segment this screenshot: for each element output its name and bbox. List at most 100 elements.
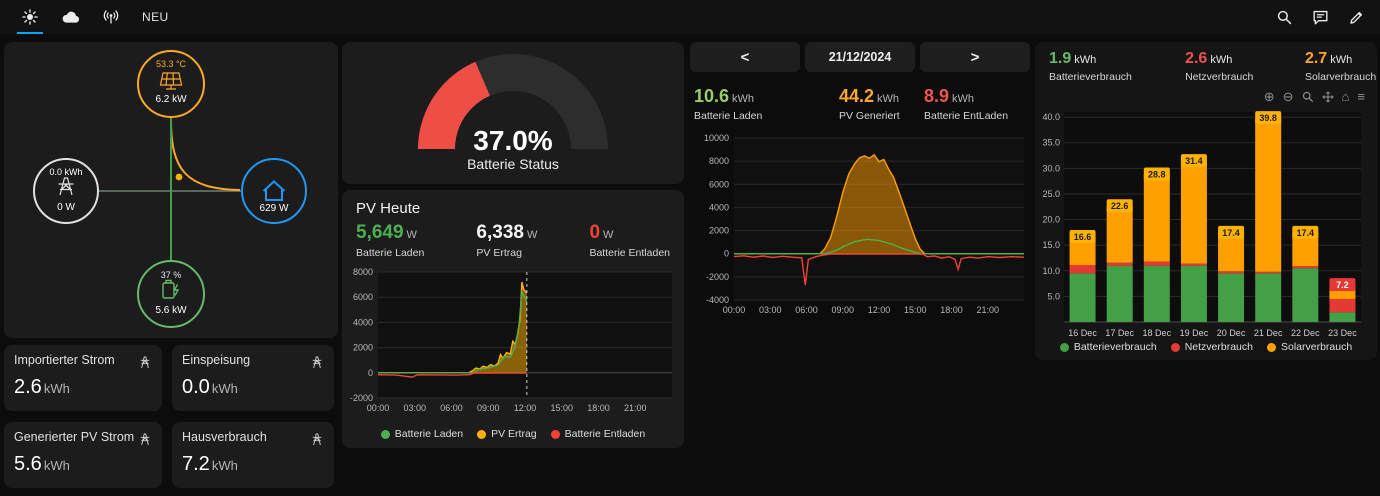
legend-item-batterie-laden[interactable]: Batterie Laden: [380, 428, 463, 440]
legend-item-batterieverbrauch[interactable]: Batterieverbrauch: [1059, 341, 1157, 353]
battery-gauge: 37.0%: [418, 54, 608, 156]
stat-card-generierter-pv-strom[interactable]: Generierter PV Strom 5.6 kWh: [4, 422, 162, 488]
cloud-icon: [62, 11, 80, 23]
svg-text:21 Dec: 21 Dec: [1254, 328, 1283, 338]
tab-neu-label: NEU: [142, 10, 169, 24]
stat-value: 5.6: [14, 453, 42, 475]
pylon-icon: [312, 433, 322, 446]
day-stat-batterie-laden: 10.6 kWh Batterie Laden: [694, 86, 839, 122]
pv-stats-row: 5,649 W Batterie Laden 6,338 W PV Ertrag 0…: [356, 222, 670, 259]
day-stat-batterie-entladen: 8.9 kWh Batterie EntLaden: [924, 86, 1030, 122]
stat-title: Einspeisung: [182, 353, 251, 367]
tab-neu[interactable]: NEU: [131, 0, 180, 34]
solar-home-line: [170, 119, 241, 191]
legend-item-pv-ertrag[interactable]: PV Ertrag: [477, 428, 537, 440]
edit-button[interactable]: [1347, 8, 1366, 27]
svg-text:40.0: 40.0: [1042, 112, 1060, 122]
prev-day-button[interactable]: <: [690, 42, 800, 72]
svg-text:16 Dec: 16 Dec: [1068, 328, 1097, 338]
day-stats-row: 10.6 kWh Batterie Laden 44.2 kWh PV Generi…: [694, 86, 1030, 122]
legend-dot: [1266, 342, 1276, 352]
grid-power: 0 W: [57, 202, 75, 213]
svg-text:6000: 6000: [709, 179, 729, 189]
stat-value: 0.0: [182, 376, 210, 398]
svg-text:31.4: 31.4: [1185, 156, 1203, 166]
svg-text:17.4: 17.4: [1297, 228, 1315, 238]
legend-item-netzverbrauch[interactable]: Netzverbrauch: [1170, 341, 1253, 353]
svg-text:03:00: 03:00: [759, 305, 782, 315]
chat-icon: [1313, 10, 1328, 25]
battery-power: 5.6 kW: [155, 305, 187, 316]
stat-unit: kWh: [1074, 54, 1097, 66]
svg-text:39.8: 39.8: [1259, 113, 1277, 123]
stat-title: Generierter PV Strom: [14, 430, 135, 444]
stat-unit: kWh: [211, 381, 238, 396]
search-button[interactable]: [1275, 8, 1294, 27]
stat-card-einspeisung[interactable]: Einspeisung 0.0 kWh: [172, 345, 334, 411]
svg-text:00:00: 00:00: [367, 403, 390, 413]
stat-card-importierter-strom[interactable]: Importierter Strom 2.6 kWh: [4, 345, 162, 411]
stat-label: Batterieverbrauch: [1049, 71, 1132, 83]
day-energy-chart[interactable]: 10000 8000 6000 4000 2000 0 -2000 -400000:00 03:…: [690, 130, 1030, 326]
svg-text:17 Dec: 17 Dec: [1105, 328, 1134, 338]
svg-text:17.4: 17.4: [1222, 228, 1240, 238]
svg-text:00:00: 00:00: [723, 305, 746, 315]
energy-flow-dot: [175, 173, 183, 181]
legend-dot: [550, 429, 560, 439]
legend-label: PV Ertrag: [491, 428, 537, 440]
legend-item-solarverbrauch[interactable]: Solarverbrauch: [1266, 341, 1352, 353]
grid-energy: 0.0 kWh: [49, 167, 82, 177]
svg-text:28.8: 28.8: [1148, 169, 1166, 179]
home-node[interactable]: 629 W: [241, 158, 307, 224]
svg-text:23 Dec: 23 Dec: [1328, 328, 1357, 338]
svg-text:2000: 2000: [709, 226, 729, 236]
battery-status-card[interactable]: 37.0% Batterie Status: [342, 42, 684, 184]
legend-label: Netzverbrauch: [1184, 341, 1253, 353]
home-power: 629 W: [260, 203, 289, 214]
svg-text:-2000: -2000: [350, 393, 373, 403]
stat-label: Netzverbrauch: [1185, 71, 1254, 83]
solar-power: 6.2 kW: [155, 94, 187, 105]
stat-value: 10.6: [694, 86, 730, 106]
stat-value: 2.7: [1304, 50, 1328, 67]
stat-card-hausverbrauch[interactable]: Hausverbrauch 7.2 kWh: [172, 422, 334, 488]
svg-text:25.0: 25.0: [1042, 189, 1060, 199]
pv-stat-batterie-laden: 5,649 W Batterie Laden: [356, 222, 424, 259]
stat-value: 2.6: [1185, 50, 1208, 67]
tab-signal[interactable]: [91, 0, 131, 34]
svg-text:12:00: 12:00: [514, 403, 537, 413]
svg-text:12:00: 12:00: [868, 305, 891, 315]
date-display[interactable]: 21/12/2024: [805, 42, 915, 72]
pv-today-chart[interactable]: 8000 6000 4000 2000 0 -200000:00 03:00 06:00 09:…: [348, 266, 678, 418]
svg-text:15.0: 15.0: [1042, 240, 1060, 250]
stat-label: Solarverbrauch: [1304, 71, 1377, 83]
pylon-icon: [140, 433, 150, 446]
legend-dot: [477, 429, 487, 439]
topbar-tabs: NEU: [10, 0, 180, 34]
stat-value: 5,649: [356, 222, 404, 243]
legend-item-batterie-entladen[interactable]: Batterie Entladen: [550, 428, 645, 440]
topbar: NEU: [0, 0, 1380, 34]
pv-stat-pv-ertrag: 6,338 W PV Ertrag: [476, 222, 537, 259]
svg-text:35.0: 35.0: [1042, 138, 1060, 148]
grid-node[interactable]: 0.0 kWh 0 W: [33, 158, 99, 224]
svg-text:10.0: 10.0: [1042, 266, 1060, 276]
next-day-button[interactable]: >: [920, 42, 1030, 72]
svg-text:8000: 8000: [353, 267, 373, 277]
battery-node[interactable]: 37 % 5.6 kW: [137, 260, 205, 328]
svg-text:09:00: 09:00: [831, 305, 854, 315]
week-consumption-chart[interactable]: 5.0 10.0 15.0 20.0 25.0 30.0 35.0 40.0 16.6 16 De…: [1039, 98, 1373, 350]
tab-dashboard[interactable]: [10, 0, 50, 34]
day-panel: < 21/12/2024 > 10.6 kWh Batterie Laden 44…: [690, 42, 1030, 344]
chat-button[interactable]: [1311, 8, 1330, 27]
stat-value: 0: [589, 222, 601, 243]
week-legend: Batterieverbrauch Netzverbrauch Solarver…: [1035, 341, 1377, 353]
energy-flow-card: 53.3 °C 6.2 kW 0.0 kWh 0 W 629 W 37 % 5.…: [4, 42, 338, 338]
solar-node[interactable]: 53.3 °C 6.2 kW: [137, 50, 205, 118]
tab-cloud[interactable]: [50, 0, 91, 34]
svg-text:30.0: 30.0: [1042, 163, 1060, 173]
svg-text:10000: 10000: [704, 133, 729, 143]
legend-dot: [1170, 342, 1180, 352]
svg-text:03:00: 03:00: [403, 403, 426, 413]
stat-unit: W: [526, 229, 538, 241]
